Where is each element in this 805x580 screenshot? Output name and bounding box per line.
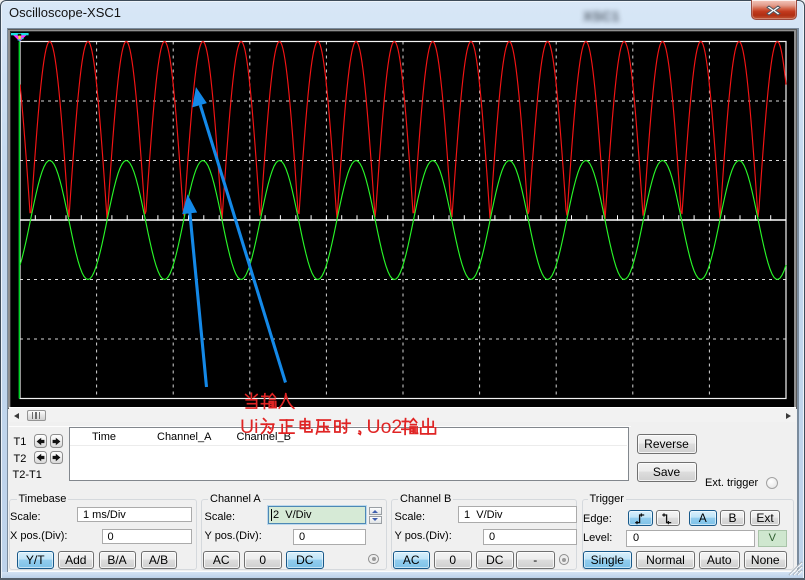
svg-text:Uo2: Uo2: [367, 416, 403, 438]
svg-text:Ui: Ui: [240, 416, 258, 438]
